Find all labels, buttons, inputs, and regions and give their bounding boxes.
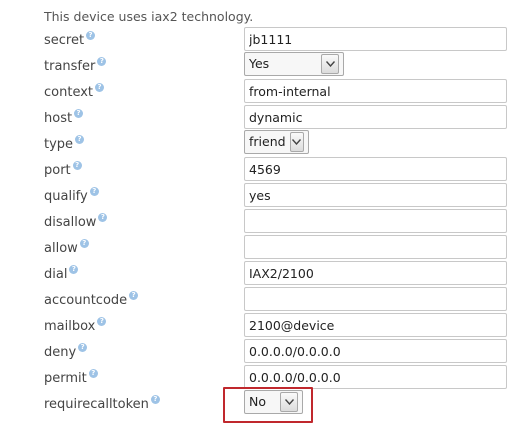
help-icon[interactable]: ? [75,135,85,144]
allow-input[interactable] [244,235,507,259]
label-port: port? [44,161,82,178]
label-type: type? [44,135,85,152]
label-mailbox: mailbox? [44,317,107,334]
mailbox-input[interactable] [244,313,507,337]
label-requirecalltoken: requirecalltoken? [44,395,160,412]
help-icon[interactable]: ? [95,83,104,92]
help-icon[interactable]: ? [78,343,88,352]
label-accountcode: accountcode? [44,291,139,308]
help-icon[interactable]: ? [89,187,99,196]
host-input[interactable] [244,105,507,129]
qualify-input[interactable] [244,183,507,207]
help-icon[interactable]: ? [129,291,139,300]
label-host: host? [44,109,84,126]
label-qualify: qualify? [44,187,99,204]
transfer-select[interactable]: Yes [244,52,344,76]
type-select-value: friend [249,134,286,149]
help-icon[interactable]: ? [74,109,84,118]
help-icon[interactable]: ? [79,239,89,248]
help-icon[interactable]: ? [88,369,98,378]
label-dial: dial? [44,265,79,282]
help-icon[interactable]: ? [97,317,107,326]
help-icon[interactable]: ? [97,57,107,66]
label-secret: secret? [44,31,96,48]
chevron-down-icon[interactable] [321,54,339,74]
label-transfer: transfer? [44,57,107,74]
secret-input[interactable] [244,27,507,51]
help-icon[interactable]: ? [69,265,79,274]
transfer-select-value: Yes [249,56,270,71]
disallow-input[interactable] [244,209,507,233]
label-context: context? [44,83,104,100]
help-icon[interactable]: ? [98,213,108,222]
annotation-highlight-box [223,387,313,423]
help-icon[interactable]: ? [150,395,160,404]
label-permit: permit? [44,369,98,386]
permit-input[interactable] [244,365,507,389]
type-select[interactable]: friend [244,130,309,154]
dial-input[interactable] [244,261,507,285]
label-allow: allow? [44,239,89,256]
device-note: This device uses iax2 technology. [44,9,254,24]
label-deny: deny? [44,343,88,360]
chevron-down-icon[interactable] [289,132,304,152]
help-icon[interactable]: ? [72,161,82,170]
context-input[interactable] [244,79,507,103]
label-disallow: disallow? [44,213,108,230]
accountcode-input[interactable] [244,287,507,311]
port-input[interactable] [244,157,507,181]
help-icon[interactable]: ? [86,31,96,40]
deny-input[interactable] [244,339,507,363]
